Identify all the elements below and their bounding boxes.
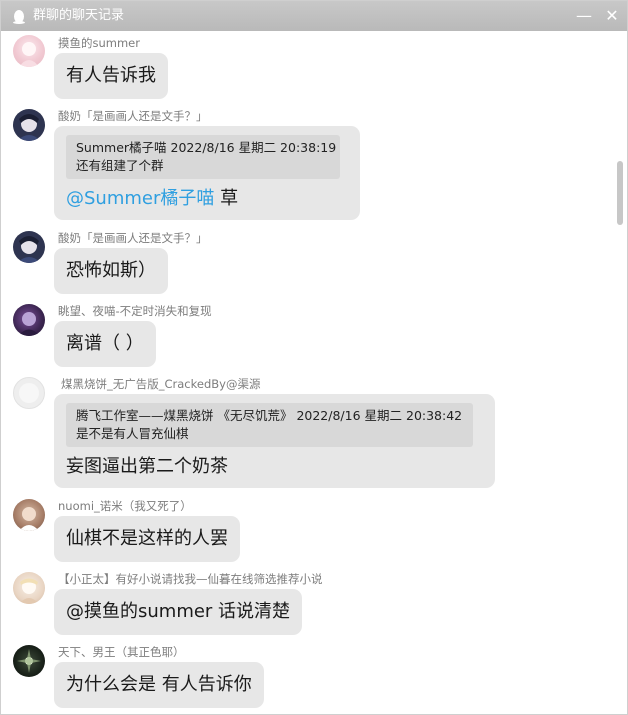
quote-body: 还有组建了个群 — [76, 158, 164, 173]
message-bubble[interactable]: @摸鱼的summer 话说清楚 — [54, 589, 303, 635]
avatar[interactable] — [13, 109, 45, 141]
sender-name: 酸奶「是画画人还是文手？」 — [58, 231, 208, 245]
mention-link[interactable]: @Summer橘子喵 — [66, 188, 214, 209]
avatar[interactable] — [13, 499, 45, 531]
title-bar[interactable]: 群聊的聊天记录 — ✕ — [1, 1, 627, 31]
quoted-message[interactable]: 腾飞工作室——煤黑烧饼 《无尽饥荒》 2022/8/16 星期二 20:38:4… — [66, 403, 473, 447]
message-text: 仙棋不是这样的人罢 — [66, 528, 228, 549]
avatar-image — [19, 42, 39, 67]
avatar-image — [19, 507, 39, 531]
message-text: @Summer橘子喵 草 — [66, 188, 238, 210]
sender-name: 天下、男王（其正色耶） — [58, 645, 185, 659]
message-text: 离谱（ ） — [66, 333, 144, 354]
scrollbar-thumb[interactable] — [617, 161, 623, 225]
sender-name: nuomi_诺米（我又死了） — [58, 499, 192, 513]
message-bubble[interactable]: 恐怖如斯） — [54, 248, 168, 294]
avatar[interactable] — [13, 377, 45, 409]
avatar[interactable] — [13, 231, 45, 263]
avatar-image — [18, 312, 40, 336]
message-list[interactable]: 摸鱼的summer 有人告诉我 酸奶「是画画人还是文手？」 Summer橘子喵 … — [1, 31, 613, 714]
message-text: 有人告诉我 — [66, 65, 156, 86]
chat-history-window: 群聊的聊天记录 — ✕ 摸鱼的summer 有人告诉我 酸奶「是画画人还是文手？… — [0, 0, 628, 715]
quote-header: Summer橘子喵 2022/8/16 星期二 20:38:19 — [76, 140, 337, 155]
avatar-image — [19, 578, 39, 604]
message-bubble[interactable]: 离谱（ ） — [54, 321, 156, 367]
sender-name: 摸鱼的summer — [58, 36, 140, 50]
quoted-message[interactable]: Summer橘子喵 2022/8/16 星期二 20:38:19 还有组建了个群 — [66, 135, 340, 179]
avatar[interactable] — [13, 35, 45, 67]
message-text: @摸鱼的summer 话说清楚 — [66, 601, 291, 622]
message-bubble[interactable]: 为什么会是 有人告诉你 — [54, 662, 264, 708]
avatar-image — [17, 649, 41, 673]
message-bubble[interactable]: 腾飞工作室——煤黑烧饼 《无尽饥荒》 2022/8/16 星期二 20:38:4… — [54, 394, 495, 488]
quote-body: 是不是有人冒充仙棋 — [76, 426, 189, 441]
message-text-tail: 草 — [214, 188, 239, 209]
avatar-image — [19, 383, 39, 403]
sender-name: 酸奶「是画画人还是文手？」 — [58, 109, 208, 123]
penguin-icon — [13, 10, 25, 24]
avatar-image — [17, 114, 41, 141]
message-bubble[interactable]: 仙棋不是这样的人罢 — [54, 516, 240, 562]
close-button[interactable]: ✕ — [601, 1, 623, 31]
minimize-button[interactable]: — — [573, 1, 595, 31]
quote-header: 腾飞工作室——煤黑烧饼 《无尽饥荒》 2022/8/16 星期二 20:38:4… — [76, 408, 463, 423]
message-bubble[interactable]: Summer橘子喵 2022/8/16 星期二 20:38:19 还有组建了个群… — [54, 126, 360, 220]
scrollbar[interactable] — [613, 31, 627, 714]
avatar[interactable] — [13, 304, 45, 336]
message-text: 为什么会是 有人告诉你 — [66, 674, 252, 695]
message-text: 妄图逼出第二个奶茶 — [66, 456, 228, 477]
avatar-image — [17, 236, 41, 263]
avatar[interactable] — [13, 572, 45, 604]
message-text: 恐怖如斯） — [66, 260, 156, 281]
sender-name: 【小正太】有好小说请找我—仙暮在线筛选推荐小说 — [58, 572, 323, 586]
window-title: 群聊的聊天记录 — [33, 8, 125, 23]
avatar[interactable] — [13, 645, 45, 677]
sender-name: 煤黑烧饼_无广告版_CrackedBy@渠源 — [61, 377, 261, 391]
message-bubble[interactable]: 有人告诉我 — [54, 53, 168, 99]
sender-name: 眺望、夜喵-不定时消失和复现 — [58, 304, 212, 318]
